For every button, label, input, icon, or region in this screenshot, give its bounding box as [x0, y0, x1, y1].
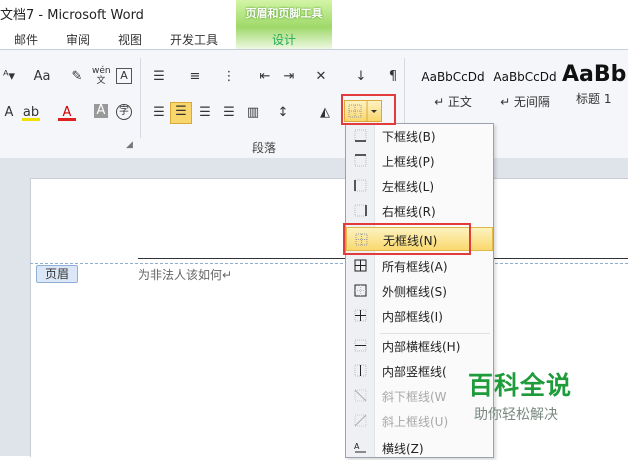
- style-normal[interactable]: AaBbCcDd ↵ 正文: [418, 60, 488, 109]
- watermark-title: 百科全说: [468, 371, 573, 400]
- menu-item-inside-borders[interactable]: 内部框线(I): [346, 304, 493, 328]
- menu-item-diagonal-up-border: 斜上框线(U): [346, 409, 493, 433]
- menu-separator: [380, 333, 490, 334]
- style-name: 标题 1: [576, 92, 612, 106]
- increase-indent-icon[interactable]: ⇥: [280, 68, 298, 86]
- shrink-font-icon[interactable]: ᴬ▾: [0, 68, 18, 86]
- menu-item-label: 下框线(B): [382, 130, 436, 144]
- sort-icon[interactable]: ↓: [352, 68, 370, 86]
- change-case-label: Aa: [33, 69, 51, 84]
- char-shading-icon[interactable]: A: [94, 104, 108, 118]
- dialog-launcher-icon[interactable]: ◢: [126, 140, 133, 150]
- numbering-icon[interactable]: ≡: [186, 68, 204, 86]
- menu-item-bottom-border[interactable]: 下框线(B): [346, 124, 493, 148]
- menu-item-label: 所有框线(A): [382, 260, 448, 274]
- watermark-subtitle: 助你轻松解决: [474, 407, 558, 423]
- bullets-icon[interactable]: ☰: [150, 68, 168, 86]
- menu-item-label: 内部框线(I): [382, 310, 443, 324]
- style-sample: AaBb: [562, 62, 627, 87]
- change-case-button[interactable]: Aa: [30, 68, 54, 86]
- menu-item-label: 内部竖框线(: [382, 365, 447, 379]
- style-sample: AaBbCcDd: [493, 70, 557, 84]
- top-border-icon: [354, 154, 367, 167]
- enclose-char-icon[interactable]: 字: [116, 104, 132, 120]
- menu-item-label: 内部横框线(H): [382, 340, 461, 354]
- distributed-icon[interactable]: ▥: [244, 104, 262, 122]
- line-spacing-icon[interactable]: ↕: [274, 104, 292, 122]
- phonetic-label: wén: [92, 66, 111, 76]
- clear-format-icon[interactable]: ✎: [68, 68, 86, 86]
- shading-icon[interactable]: ◭: [316, 104, 334, 122]
- chinese-layout-icon[interactable]: ✕: [312, 68, 330, 86]
- align-left-icon[interactable]: ☰: [150, 104, 168, 122]
- header-boundary: [30, 263, 628, 264]
- style-name: ↵ 无间隔: [500, 95, 550, 109]
- menu-item-label: 右框线(R): [382, 205, 436, 219]
- inside-vertical-border-icon: [354, 364, 367, 377]
- decrease-indent-icon[interactable]: ⇤: [256, 68, 274, 86]
- context-tab-group-label: 页眉和页脚工具: [245, 7, 323, 20]
- menu-item-inside-horizontal-border[interactable]: 内部横框线(H): [346, 334, 493, 358]
- align-right-icon[interactable]: ☰: [196, 104, 214, 122]
- menu-item-label: 外侧框线(S): [382, 285, 447, 299]
- menu-item-label: 左框线(L): [382, 180, 435, 194]
- svg-text:A: A: [354, 442, 360, 451]
- outside-borders-icon: [354, 284, 367, 297]
- bottom-border-icon: [354, 129, 367, 142]
- inside-borders-icon: [354, 309, 367, 322]
- header-text[interactable]: 为非法人该如何↵: [138, 266, 232, 283]
- tab-developer[interactable]: 开发工具: [170, 31, 218, 48]
- horizontal-line-icon: A: [354, 442, 366, 453]
- menu-item-top-border[interactable]: 上框线(P): [346, 149, 493, 173]
- style-name: ↵ 正文: [434, 95, 472, 109]
- borders-menu: 下框线(B) 上框线(P) 左框线(L) 右框线(R) 无框线(N) 所有框线(A) 外侧框…: [345, 123, 494, 458]
- multilevel-list-icon[interactable]: ⋮: [220, 68, 238, 86]
- paragraph-group-label: 段落: [252, 141, 277, 155]
- justify-icon[interactable]: ☰: [220, 104, 238, 122]
- tab-mailings[interactable]: 邮件: [14, 31, 38, 48]
- tab-design[interactable]: 设计: [236, 31, 332, 48]
- header-tag: 页眉: [36, 265, 78, 283]
- menu-item-label: 斜上框线(U): [382, 415, 449, 429]
- all-borders-icon: [354, 259, 367, 272]
- ribbon-separator: [140, 58, 141, 138]
- tab-review[interactable]: 审阅: [66, 31, 90, 48]
- highlight-box: [341, 94, 396, 125]
- diagonal-down-border-icon: [354, 389, 367, 402]
- menu-item-outside-borders[interactable]: 外侧框线(S): [346, 279, 493, 303]
- diagonal-up-border-icon: [354, 414, 367, 427]
- ribbon: ᴬ▾ Aa ✎ wén 文 A ☰ ≡ ⋮ ⇤ ⇥ ✕ ↓ ¶ A ab A A …: [0, 49, 628, 159]
- align-center-icon[interactable]: ☰: [170, 102, 192, 124]
- style-sample: AaBbCcDd: [421, 70, 485, 84]
- highlight-color-icon[interactable]: ab: [22, 104, 40, 121]
- menu-item-left-border[interactable]: 左框线(L): [346, 174, 493, 198]
- left-border-icon: [354, 179, 367, 192]
- inside-horizontal-border-icon: [354, 339, 367, 352]
- char-border-icon[interactable]: A: [116, 68, 132, 84]
- text-effects-icon[interactable]: A: [0, 104, 18, 122]
- style-heading-1[interactable]: AaBb 标题 1: [562, 60, 628, 108]
- menu-item-label: 上框线(P): [382, 155, 435, 169]
- menu-item-horizontal-line[interactable]: A 横线(Z): [346, 436, 493, 460]
- highlight-box: [343, 223, 471, 255]
- right-border-icon: [354, 204, 367, 217]
- style-no-spacing[interactable]: AaBbCcDd ↵ 无间隔: [490, 60, 560, 109]
- font-color-icon[interactable]: A: [58, 104, 76, 121]
- menu-item-all-borders[interactable]: 所有框线(A): [346, 254, 493, 278]
- menu-item-right-border[interactable]: 右框线(R): [346, 199, 493, 223]
- show-marks-icon[interactable]: ¶: [384, 68, 402, 86]
- menu-item-label: 横线(Z): [382, 442, 424, 456]
- tab-view[interactable]: 视图: [118, 31, 142, 48]
- phonetic-guide-button[interactable]: wén 文: [92, 66, 111, 86]
- window-title: 文档7 - Microsoft Word: [0, 8, 144, 23]
- header-footer-tools-tab-group: 页眉和页脚工具 设计: [236, 0, 332, 49]
- menu-item-label: 斜下框线(W: [382, 390, 447, 404]
